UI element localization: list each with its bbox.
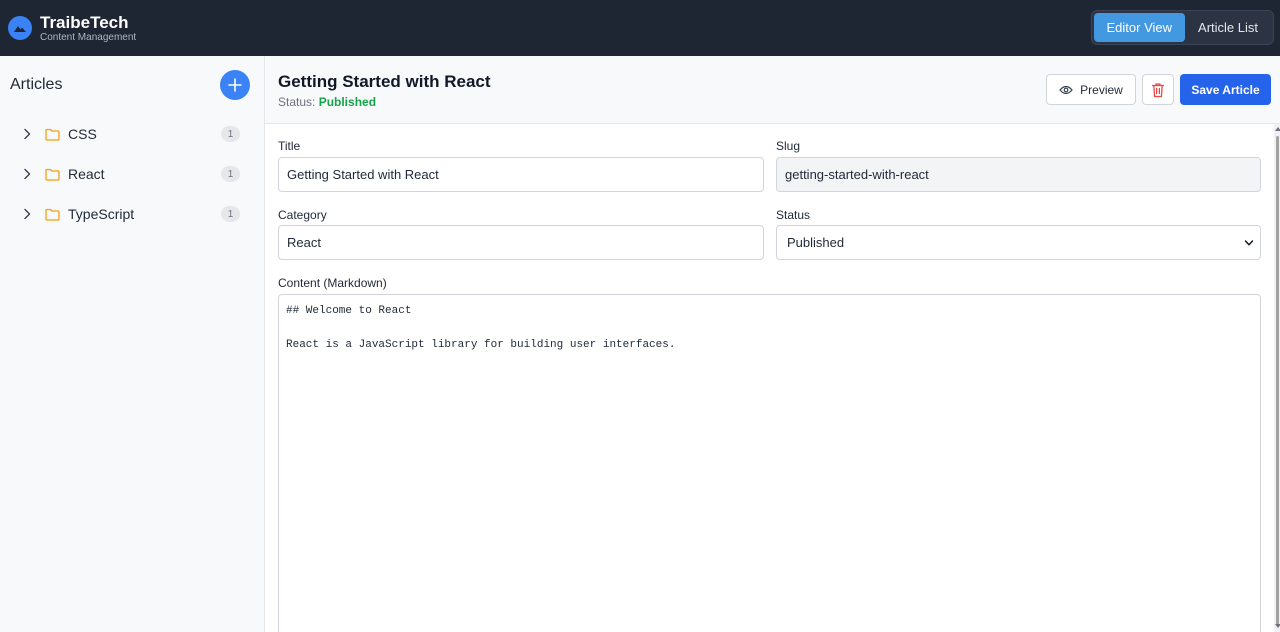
app-subtitle: Content Management	[40, 31, 137, 43]
top-bar: TraibeTech Content Management Editor Vie…	[0, 0, 1280, 56]
article-list-button[interactable]: Article List	[1185, 13, 1271, 42]
folder-icon	[45, 207, 61, 221]
title-label: Title	[278, 139, 301, 153]
sidebar-title: Articles	[10, 76, 63, 93]
chevron-down-icon	[1244, 239, 1254, 246]
status-select[interactable]: Published	[776, 225, 1261, 260]
view-switch: Editor View Article List	[1090, 10, 1274, 45]
title-input[interactable]: Getting Started with React	[278, 157, 764, 192]
article-title: Getting Started with React	[278, 72, 491, 91]
editor-header: Getting Started with React Status: Publi…	[265, 56, 1280, 124]
delete-button[interactable]	[1142, 74, 1174, 105]
sidebar: Articles CSS 1 React 1 TypeScript 1	[0, 56, 265, 632]
content-label: Content (Markdown)	[278, 276, 387, 290]
category-input[interactable]: React	[278, 225, 764, 260]
preview-button[interactable]: Preview	[1046, 74, 1136, 105]
count-badge: 1	[221, 166, 240, 182]
sidebar-header: Articles	[0, 56, 264, 114]
scrollbar-thumb[interactable]	[1276, 136, 1279, 626]
status-select-value: Published	[787, 235, 845, 250]
save-article-button[interactable]: Save Article	[1180, 74, 1271, 105]
chevron-right-icon[interactable]	[22, 207, 36, 221]
count-badge: 1	[221, 206, 240, 222]
eye-icon	[1059, 85, 1073, 95]
add-article-button[interactable]	[220, 70, 250, 100]
folder-label: CSS	[68, 126, 97, 142]
count-badge: 1	[221, 126, 240, 142]
chevron-right-icon[interactable]	[22, 127, 36, 141]
status-prefix: Status:	[278, 95, 319, 109]
editor-view-button[interactable]: Editor View	[1093, 13, 1186, 42]
scroll-down-arrow[interactable]	[1275, 624, 1280, 628]
preview-label: Preview	[1080, 82, 1123, 97]
slug-input[interactable]: getting-started-with-react	[776, 157, 1261, 192]
scroll-up-arrow[interactable]	[1275, 127, 1280, 131]
status-badge: Published	[318, 95, 377, 109]
plus-icon	[228, 78, 242, 92]
app-name: TraibeTech	[40, 12, 129, 32]
chevron-right-icon[interactable]	[22, 167, 36, 181]
folder-label: React	[68, 166, 105, 182]
content-editor[interactable]: ## Welcome to React React is a JavaScrip…	[278, 294, 1261, 632]
folder-icon	[45, 167, 61, 181]
status-label: Status	[776, 208, 811, 222]
slug-label: Slug	[776, 139, 801, 153]
category-label: Category	[278, 208, 327, 222]
folder-icon	[45, 127, 61, 141]
mountain-logo-icon	[8, 16, 32, 40]
folder-item-typescript[interactable]: TypeScript 1	[0, 194, 264, 234]
folder-label: TypeScript	[68, 206, 135, 222]
article-status: Status: Published	[278, 95, 376, 109]
trash-icon	[1151, 82, 1165, 97]
folder-item-react[interactable]: React 1	[0, 154, 264, 194]
editor-panel: Getting Started with React Status: Publi…	[265, 56, 1280, 632]
brand: TraibeTech Content Management	[8, 14, 136, 43]
folder-item-css[interactable]: CSS 1	[0, 114, 264, 154]
